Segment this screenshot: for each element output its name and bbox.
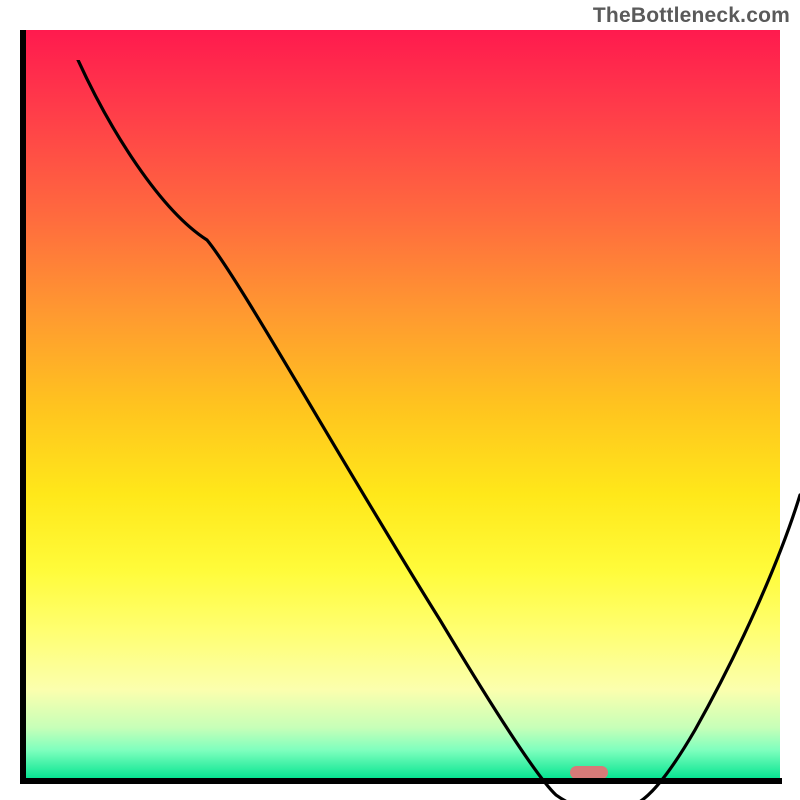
curve-svg	[40, 60, 800, 800]
y-axis	[20, 30, 26, 780]
plot-area	[20, 30, 780, 780]
x-axis	[20, 778, 782, 784]
watermark-text: TheBottleneck.com	[593, 4, 790, 28]
chart-container: TheBottleneck.com	[0, 0, 800, 800]
curve-path	[78, 60, 800, 800]
